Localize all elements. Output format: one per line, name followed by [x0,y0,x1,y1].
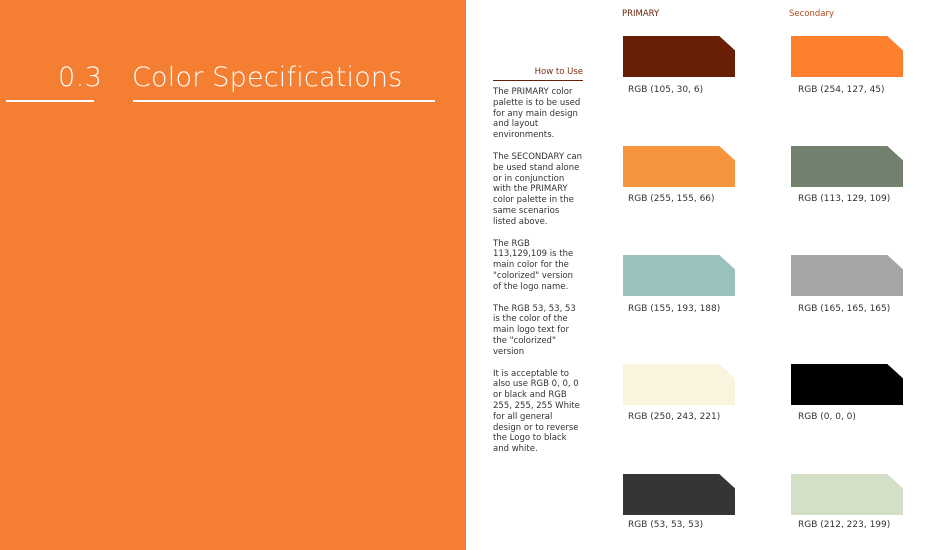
how-to-use-paragraph: The RGB 113,129,109 is the main color fo… [493,238,574,292]
primary-swatch-2 [623,146,735,187]
how-to-use-body: The PRIMARY color palette is to be used … [493,87,583,466]
secondary-swatch-1-label: RGB (254, 127, 45) [798,85,885,95]
secondary-swatch-5-label: RGB (212, 223, 199) [798,520,891,530]
section-title-underline [133,100,435,102]
orange-cover-panel: 0.3 Color Specifications [0,0,466,550]
secondary-swatch-2 [791,146,903,187]
how-to-use-paragraph: It is acceptable to also use RGB 0, 0, 0… [493,368,580,455]
secondary-swatch-2-label: RGB (113, 129, 109) [798,194,891,204]
section-number: 0.3 [58,62,103,93]
how-to-use-paragraph: The RGB 53, 53, 53 is the color of the m… [493,303,576,357]
section-number-underline [6,100,94,102]
primary-swatch-5 [623,474,735,515]
secondary-swatch-1 [791,36,903,77]
primary-swatch-4 [623,364,735,405]
how-to-use-heading: How to Use [534,67,583,77]
secondary-swatch-3-label: RGB (165, 165, 165) [798,304,891,314]
primary-swatch-3 [623,255,735,296]
primary-column-heading: PRIMARY [622,9,660,19]
how-to-use-paragraph: The SECONDARY can be used stand alone or… [493,151,582,227]
how-to-use-paragraph: The PRIMARY color palette is to be used … [493,87,581,141]
secondary-swatch-5 [791,474,903,515]
how-to-use-divider [493,80,583,81]
primary-swatch-1 [623,36,735,77]
secondary-swatch-4-label: RGB (0, 0, 0) [798,412,856,422]
secondary-swatch-4 [791,364,903,405]
primary-swatch-2-label: RGB (255, 155, 66) [628,194,715,204]
section-title: Color Specifications [132,62,403,93]
primary-swatch-1-label: RGB (105, 30, 6) [628,85,704,95]
secondary-column-heading: Secondary [789,9,835,19]
primary-swatch-3-label: RGB (155, 193, 188) [628,304,721,314]
secondary-swatch-3 [791,255,903,296]
primary-swatch-5-label: RGB (53, 53, 53) [628,520,704,530]
primary-swatch-4-label: RGB (250, 243, 221) [628,412,721,422]
